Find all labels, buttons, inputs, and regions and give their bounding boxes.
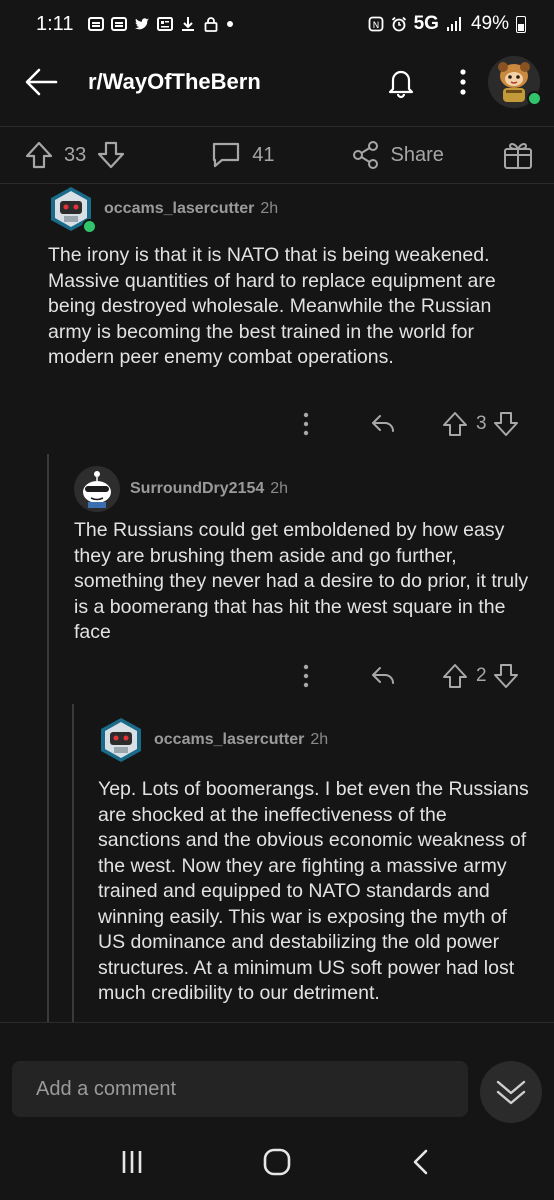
comment-avatar[interactable] [74,466,120,512]
comment-time: 2h [310,731,329,748]
system-nav-bar [0,1124,554,1200]
comment-time: 2h [270,480,289,497]
reply-icon[interactable] [370,412,396,436]
vote-count: 33 [64,143,87,166]
comment-icon [213,142,240,168]
comment-body: Yep. Lots of boomerangs. I bet even the … [98,778,529,1004]
upvote-icon[interactable] [442,411,468,437]
downvote-icon[interactable] [493,663,519,689]
comment-header: SurroundDry2154 2h [74,466,288,512]
gallery-icon [111,17,128,31]
news-icon [157,17,174,31]
battery-icon [516,15,526,33]
comment-score: 3 [476,413,487,434]
thread-line [47,454,49,1024]
app-bar: r/WayOfTheBern [0,50,554,114]
downvote-icon[interactable] [96,140,126,170]
comment-score: 2 [476,665,487,686]
bell-icon[interactable] [384,65,418,99]
lock-icon [205,17,218,32]
award-icon[interactable] [502,139,534,171]
back-arrow-icon[interactable] [24,67,58,97]
upvote-icon[interactable] [24,140,54,170]
downvote-icon[interactable] [493,411,519,437]
signal-icon [446,17,461,31]
comment-count: 41 [252,143,275,166]
twitter-icon [135,18,150,30]
subreddit-title[interactable]: r/WayOfTheBern [88,69,384,95]
download-icon [182,17,195,31]
clock: 1:11 [36,12,74,35]
online-indicator [82,219,97,234]
comment-avatar[interactable] [98,717,144,763]
more-vertical-icon[interactable] [458,68,468,96]
thread-line [72,704,74,1024]
gallery-icon [88,17,105,31]
comment-actions: 3 [300,410,519,438]
comments-button[interactable]: 41 [210,140,275,170]
status-bar: 1:11 N 5G 49% [0,0,554,48]
comment-header: occams_lasercutter 2h [98,717,328,763]
comment-avatar[interactable] [48,186,97,234]
comment-composer: Add a comment [0,1022,554,1123]
robot-avatar-image [101,718,141,762]
comment-username[interactable]: occams_lasercutter [104,200,254,218]
more-vertical-icon[interactable] [300,662,312,690]
alarm-icon [391,16,406,32]
comment-time: 2h [260,200,279,217]
add-comment-input[interactable]: Add a comment [12,1061,468,1117]
back-icon[interactable] [407,1147,437,1177]
share-label: Share [390,143,444,166]
chevron-double-down-icon [496,1080,526,1105]
network-type: 5G [413,13,439,34]
comment-username[interactable]: occams_lasercutter [154,731,304,749]
collapse-thread-button[interactable] [480,1061,542,1123]
battery-percent: 49% [470,13,509,34]
reply-icon[interactable] [370,664,396,688]
upvote-icon[interactable] [442,663,468,689]
home-icon[interactable] [261,1146,293,1178]
comment-actions: 2 [300,662,519,690]
dot-icon [227,21,234,27]
comment-body: The irony is that it is NATO that is bei… [48,244,496,368]
recent-apps-icon[interactable] [117,1147,147,1177]
nfc-icon: N [368,16,384,32]
snoo-avatar-image [74,466,120,512]
share-button[interactable]: Share [351,140,444,170]
comment-header: occams_lasercutter 2h [48,186,279,234]
user-avatar[interactable] [488,56,542,108]
online-indicator [527,91,542,106]
comment-body: The Russians could get emboldened by how… [74,519,529,643]
more-vertical-icon[interactable] [300,410,312,438]
svg-text:N: N [372,21,379,31]
comment-username[interactable]: SurroundDry2154 [130,480,264,498]
share-icon [352,141,378,169]
post-action-bar: 33 41 Share [0,126,554,184]
